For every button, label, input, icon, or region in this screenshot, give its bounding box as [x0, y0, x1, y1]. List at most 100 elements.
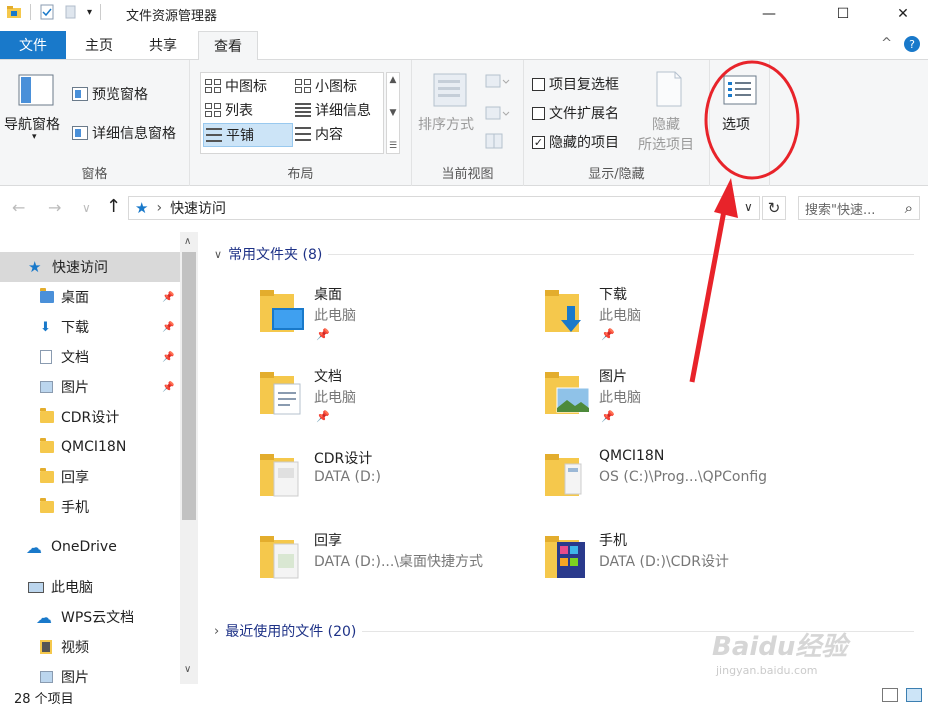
tile-name: 图片	[599, 369, 627, 385]
layout-small-icons[interactable]: 小图标	[295, 75, 381, 97]
layout-medium-icons[interactable]: 中图标	[205, 75, 293, 97]
pin-icon[interactable]: 📌	[162, 292, 174, 303]
close-button[interactable]: ✕	[880, 0, 926, 28]
layout-gallery-scroll[interactable]: ▲ ▼ ☰	[386, 72, 400, 154]
sort-by-button[interactable]: 排序方式	[418, 70, 480, 140]
pin-icon[interactable]: 📌	[162, 322, 174, 333]
layout-content[interactable]: 内容	[295, 123, 381, 145]
folder-tile-downloads[interactable]: 下载 此电脑 📌	[543, 280, 823, 352]
forward-button[interactable]: →	[48, 198, 61, 217]
nav-item-this-pc[interactable]: 此电脑	[0, 572, 180, 602]
file-extensions-toggle[interactable]: 文件扩展名	[532, 103, 619, 123]
tab-share[interactable]: 共享	[134, 31, 192, 59]
nav-item-cdr-design[interactable]: CDR设计	[0, 402, 180, 432]
nav-item-documents[interactable]: 文档 📌	[0, 342, 180, 372]
gallery-down-icon[interactable]: ▼	[390, 108, 397, 118]
nav-item-quick-access[interactable]: ★ 快速访问	[0, 252, 180, 282]
breadcrumb-chevron-icon[interactable]: ›	[156, 200, 162, 216]
nav-item-phone[interactable]: 手机	[0, 492, 180, 522]
medium-icons-icon	[205, 79, 221, 93]
quick-access-toolbar: ▾	[6, 4, 102, 20]
item-checkboxes-toggle[interactable]: 项目复选框	[532, 74, 619, 94]
nav-item-onedrive[interactable]: ☁ OneDrive	[0, 532, 180, 562]
nav-item-pictures-pc[interactable]: 图片	[0, 662, 180, 684]
tile-name: 桌面	[314, 287, 342, 303]
pin-icon[interactable]: 📌	[162, 352, 174, 363]
add-columns-icon[interactable]	[484, 104, 510, 122]
ribbon-view: 导航窗格 ▾ 预览窗格 详细信息窗格 窗格 布局 中图标 小图标 列表 详细信息…	[0, 60, 928, 186]
item-checkboxes-checkbox[interactable]	[532, 77, 545, 91]
nav-item-huixiang[interactable]: 回享	[0, 462, 180, 492]
scroll-down-icon[interactable]: ∨	[184, 664, 191, 675]
help-icon[interactable]: ?	[904, 36, 920, 52]
sort-by-icon	[433, 73, 467, 107]
search-input[interactable]: 搜索"快速... ⌕	[798, 196, 920, 220]
hide-selected-items-button[interactable]: 隐藏 所选项目	[638, 70, 702, 156]
file-extensions-checkbox[interactable]	[532, 106, 545, 120]
details-view-toggle-icon[interactable]	[882, 688, 898, 702]
group-by-icon[interactable]	[484, 72, 510, 90]
sort-by-label: 排序方式	[418, 117, 474, 133]
tiles-label: 平铺	[226, 128, 254, 144]
customize-toolbar-chevron-icon[interactable]: ▾	[87, 7, 92, 18]
new-folder-icon[interactable]	[63, 4, 79, 20]
size-columns-icon[interactable]	[484, 132, 504, 150]
frequent-folders-header[interactable]: ∨ 常用文件夹 (8)	[214, 244, 914, 264]
folder-tile-phone[interactable]: 手机 DATA (D:)\CDR设计	[543, 526, 823, 598]
breadcrumb-quick-access[interactable]: 快速访问	[170, 198, 226, 218]
folder-tile-qmci18n[interactable]: QMCI18N OS (C:)\Prog...\QPConfig	[543, 444, 823, 516]
navigation-pane-button[interactable]: 导航窗格 ▾	[4, 72, 68, 148]
properties-icon[interactable]	[39, 4, 55, 20]
item-checkboxes-label: 项目复选框	[549, 77, 619, 93]
address-dropdown-icon[interactable]: ∨	[744, 200, 753, 214]
up-button[interactable]: ↑	[106, 196, 121, 217]
pin-icon[interactable]: 📌	[162, 382, 174, 393]
collapse-chevron-icon[interactable]: ›	[214, 624, 219, 639]
options-button[interactable]: 选项	[714, 70, 766, 150]
ribbon-group-options: 选项	[710, 60, 770, 186]
gallery-up-icon[interactable]: ▲	[390, 75, 397, 85]
collapse-ribbon-icon[interactable]: ^	[881, 36, 892, 52]
nav-scrollbar-thumb[interactable]	[182, 252, 196, 520]
group-label-panes: 窗格	[81, 167, 108, 182]
maximize-button[interactable]: ☐	[820, 0, 866, 28]
folder-tile-huixiang[interactable]: 回享 DATA (D:)...\桌面快捷方式	[258, 526, 538, 598]
title-bar: ▾ 文件资源管理器 — ☐ ✕	[0, 0, 928, 28]
refresh-button[interactable]: ↻	[762, 196, 786, 220]
hidden-items-toggle[interactable]: ✓ 隐藏的项目	[532, 132, 619, 152]
layout-list[interactable]: 列表	[205, 99, 293, 121]
hidden-items-checkbox[interactable]: ✓	[532, 135, 545, 149]
expand-chevron-icon[interactable]: ∨	[214, 248, 222, 261]
nav-item-downloads[interactable]: ⬇ 下载 📌	[0, 312, 180, 342]
section-divider	[328, 253, 914, 255]
nav-item-pictures[interactable]: 图片 📌	[0, 372, 180, 402]
folder-tile-documents[interactable]: 文档 此电脑 📌	[258, 362, 538, 434]
preview-pane-button[interactable]: 预览窗格	[72, 84, 148, 104]
nav-item-wps-cloud[interactable]: ☁ WPS云文档	[0, 602, 180, 632]
layout-details[interactable]: 详细信息	[295, 99, 381, 121]
folder-tile-pictures[interactable]: 图片 此电脑 📌	[543, 362, 823, 434]
nav-scrollbar[interactable]: ∧ ∨	[180, 232, 198, 684]
back-button[interactable]: ←	[12, 198, 25, 217]
layout-tiles[interactable]: 平铺	[203, 123, 293, 147]
tab-home[interactable]: 主页	[70, 31, 128, 59]
tab-view[interactable]: 查看	[198, 31, 258, 61]
recent-locations-button[interactable]: ∨	[82, 201, 91, 215]
folder-tile-cdr-design[interactable]: CDR设计 DATA (D:)	[258, 444, 538, 516]
scroll-up-icon[interactable]: ∧	[184, 236, 191, 247]
quick-access-icon: ★	[28, 258, 42, 276]
options-label: 选项	[722, 117, 750, 133]
download-arrow-icon: ⬇	[40, 319, 51, 335]
large-icons-view-toggle-icon[interactable]	[906, 688, 922, 702]
nav-item-qmci18n[interactable]: QMCI18N	[0, 432, 180, 462]
tab-file[interactable]: 文件	[0, 31, 66, 59]
minimize-button[interactable]: —	[746, 0, 792, 28]
group-label-current-view: 当前视图	[441, 167, 494, 182]
folder-tile-desktop[interactable]: 桌面 此电脑 📌	[258, 280, 538, 352]
nav-item-desktop[interactable]: 桌面 📌	[0, 282, 180, 312]
address-bar[interactable]: ★ › 快速访问	[128, 196, 760, 220]
nav-item-videos[interactable]: 视频	[0, 632, 180, 662]
gallery-more-icon[interactable]: ☰	[389, 141, 397, 151]
details-pane-button[interactable]: 详细信息窗格	[72, 123, 176, 143]
explorer-app-icon[interactable]	[6, 4, 22, 20]
